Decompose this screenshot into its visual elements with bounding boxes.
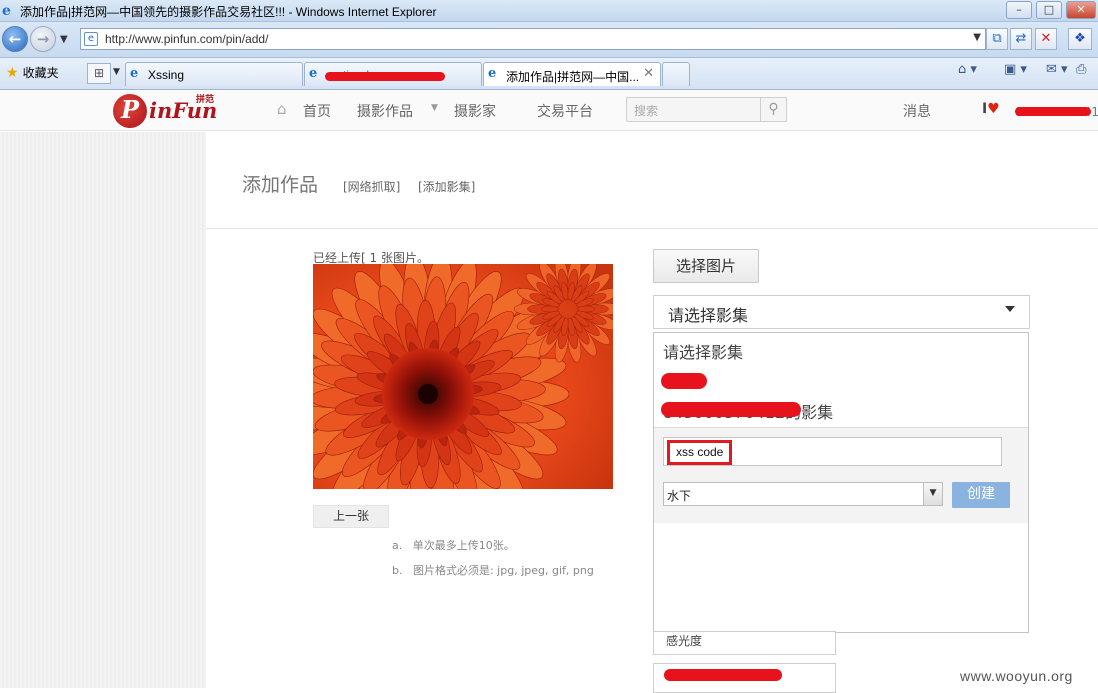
redaction-mark — [1015, 107, 1091, 116]
choose-image-button[interactable]: 选择图片 — [653, 249, 759, 283]
nav-trade[interactable]: 交易平台 — [537, 101, 593, 121]
refresh-icon[interactable]: ⇄ — [1010, 28, 1032, 50]
home-icon[interactable]: ⌂ — [277, 100, 287, 118]
navigation-bar: ← → ▼ e http://www.pinfun.com/pin/add/ ▼… — [0, 22, 1098, 58]
star-icon: ★ — [6, 64, 19, 80]
redaction-mark — [664, 669, 782, 681]
note-max-upload: a. 单次最多上传10张。 — [392, 537, 515, 553]
nav-home[interactable]: 首页 — [303, 101, 331, 121]
page-heading: 添加作品 [网络抓取] [添加影集] — [206, 140, 1098, 229]
uploaded-image-preview — [313, 264, 613, 489]
note-marker: a. — [392, 539, 403, 552]
minimize-button[interactable]: – — [1006, 1, 1032, 19]
album-select-value: 请选择影集 — [668, 306, 749, 325]
album-select[interactable]: 请选择影集 — [653, 295, 1030, 329]
close-window-button[interactable]: ✕ — [1066, 1, 1096, 19]
window-title-bar: e 添加作品|拼范网—中国领先的摄影作品交易社区!!! - Windows In… — [0, 0, 1098, 22]
new-album-name-field[interactable]: xss code — [663, 437, 1002, 466]
stop-icon[interactable]: ✕ — [1035, 28, 1057, 50]
web-crawl-link[interactable]: [网络抓取] — [343, 178, 400, 195]
address-url: http://www.pinfun.com/pin/add/ — [105, 32, 269, 46]
chevron-down-icon — [1005, 306, 1015, 312]
ie-tab-icon: e — [309, 66, 318, 81]
favorites-label: 收藏夹 — [22, 66, 59, 80]
tab-list-dropdown-icon[interactable]: ▼ — [113, 67, 120, 77]
category-select[interactable]: 水下 ▼ — [663, 482, 943, 506]
iso-field[interactable]: 感光度 — [653, 631, 836, 655]
address-bar[interactable]: e http://www.pinfun.com/pin/add/ ▼ — [80, 28, 986, 50]
note-text: 单次最多上传10张。 — [412, 539, 515, 552]
tab-add-work[interactable]: e 添加作品|拼范网—中国... ✕ — [483, 62, 661, 86]
album-dropdown: 请选择影集 843000370412的影集 xss code 水下 ▼ 创建 — [653, 332, 1029, 633]
redacted-field[interactable] — [653, 663, 836, 693]
create-album-panel: xss code 水下 ▼ 创建 — [654, 427, 1028, 523]
back-button[interactable]: ← — [2, 26, 28, 52]
page-title: 添加作品 — [242, 174, 319, 196]
tab-label: Xssing — [148, 68, 185, 82]
forward-button[interactable]: → — [30, 26, 56, 52]
heart-icon: ♥ — [987, 101, 1000, 117]
tab-redacted[interactable]: e ...sti....der.... — [304, 62, 482, 86]
site-header: P inFun 拼范 ⌂ 首页 摄影作品 ▼ 摄影家 交易平台 搜索 ⚲ 消息 … — [0, 91, 1098, 131]
prev-image-button[interactable]: 上一张 — [313, 505, 389, 528]
logo-cn: 拼范 — [196, 95, 215, 105]
favorites-button[interactable]: ★ 收藏夹 — [6, 64, 59, 81]
add-album-link[interactable]: [添加影集] — [418, 178, 475, 195]
pinfun-logo[interactable]: P inFun 拼范 — [113, 94, 233, 128]
iso-label: 感光度 — [666, 634, 703, 648]
maximize-button[interactable]: □ — [1036, 1, 1062, 19]
chevron-down-icon[interactable]: ▼ — [923, 483, 942, 505]
tab-xssing[interactable]: e Xssing — [125, 62, 303, 86]
category-select-value: 水下 — [667, 489, 692, 503]
page-icon: e — [84, 32, 98, 46]
create-album-button[interactable]: 创建 — [952, 482, 1010, 508]
nav-works[interactable]: 摄影作品 — [357, 101, 413, 121]
close-tab-icon[interactable]: ✕ — [643, 66, 654, 81]
tab-label: 添加作品|拼范网—中国... — [506, 70, 640, 84]
nav-messages[interactable]: 消息 — [903, 101, 931, 121]
compatibility-view-icon[interactable]: ⧉ — [986, 28, 1008, 50]
search-input[interactable]: 搜索 — [634, 102, 658, 119]
search-icon[interactable]: ⚲ — [760, 98, 786, 121]
history-dropdown-icon[interactable]: ▼ — [60, 34, 68, 45]
print-icon[interactable]: ⎙ — [1076, 62, 1086, 82]
note-text: 图片格式必须是: jpg, jpeg, gif, png — [412, 564, 594, 577]
redaction-mark — [325, 72, 445, 81]
favorites-tab-bar: ★收藏夹 ⊞ ▼ e Xssing e ...sti....der.... e … — [0, 58, 1098, 90]
address-dropdown-icon[interactable]: ▼ — [973, 32, 981, 43]
redaction-mark — [661, 373, 707, 389]
album-option-list: 请选择影集 843000370412的影集 — [654, 333, 1028, 427]
redaction-mark — [661, 402, 801, 417]
ie-tab-icon: e — [130, 66, 139, 81]
note-marker: b. — [392, 564, 403, 577]
logo-mark: P — [113, 94, 147, 128]
new-tab-button[interactable] — [662, 62, 690, 86]
nav-photographers[interactable]: 摄影家 — [454, 101, 496, 121]
ie-logo-icon: e — [2, 3, 11, 19]
site-search[interactable]: 搜索 ⚲ — [626, 97, 787, 122]
quick-tabs-icon[interactable]: ⊞ — [87, 63, 111, 84]
flower-image — [313, 264, 613, 489]
home-icon[interactable]: ⌂ ▾ — [958, 62, 977, 82]
window-title: 添加作品|拼范网—中国领先的摄影作品交易社区!!! - Windows Inte… — [20, 5, 437, 19]
feeds-icon[interactable]: ▣ ▾ — [1004, 62, 1027, 82]
left-gutter — [0, 132, 206, 688]
ie-tab-icon: e — [488, 66, 497, 81]
user-logo-icon[interactable]: I♥ — [982, 101, 1000, 117]
watermark: www.wooyun.org — [960, 668, 1073, 684]
nav-works-dropdown-icon[interactable]: ▼ — [431, 103, 438, 113]
mail-icon[interactable]: ✉ ▾ — [1046, 62, 1068, 82]
note-formats: b. 图片格式必须是: jpg, jpeg, gif, png — [392, 562, 594, 578]
new-album-name-value: xss code — [667, 440, 733, 465]
search-provider-icon[interactable]: ❖ — [1068, 28, 1092, 50]
album-option[interactable]: 请选择影集 — [663, 339, 743, 363]
